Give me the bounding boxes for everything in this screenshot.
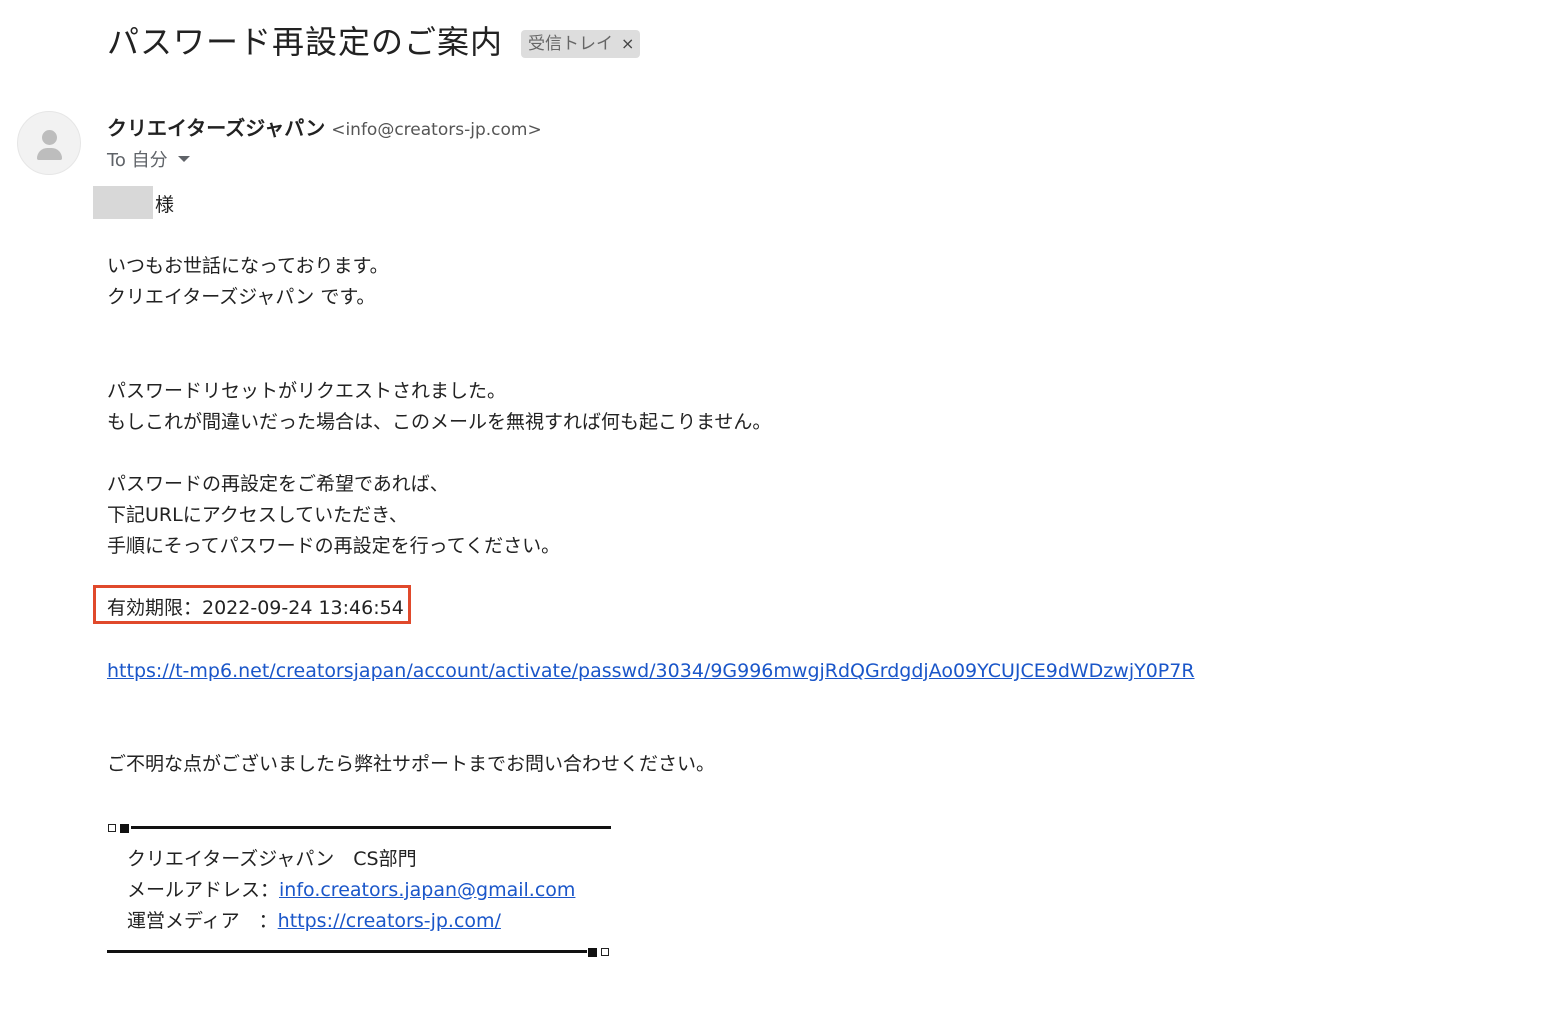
subject-row: パスワード再設定のご案内 受信トレイ ×	[107, 18, 641, 66]
inbox-label-chip[interactable]: 受信トレイ ×	[521, 30, 641, 58]
signature-media-label: 運営メディア ：	[127, 910, 278, 932]
redacted-name	[93, 186, 153, 219]
sender-row: クリエイターズジャパン <info@creators-jp.com>	[107, 112, 542, 141]
person-icon-body	[37, 148, 62, 160]
recipient-text: To 自分	[107, 150, 168, 171]
signature-bottom-rule	[107, 950, 587, 953]
signature-email-row: メールアドレス：info.creators.japan@gmail.com	[127, 876, 575, 904]
reset-url-line: https://t-mp6.net/creatorsjapan/account/…	[107, 657, 1195, 685]
email-subject: パスワード再設定のご案内	[107, 23, 504, 61]
label-chip-text: 受信トレイ	[528, 34, 614, 54]
sender-avatar[interactable]	[17, 111, 81, 175]
greeting-line-2: クリエイターズジャパン です。	[107, 286, 376, 308]
reset-notice-line-2: もしこれが間違いだった場合は、このメールを無視すれば何も起こりません。	[107, 411, 772, 433]
signature-filled-square	[120, 824, 129, 833]
instruction-line-3: 手順にそってパスワードの再設定を行ってください。	[107, 535, 561, 557]
sender-name[interactable]: クリエイターズジャパン	[107, 112, 325, 141]
email-view: パスワード再設定のご案内 受信トレイ × クリエイターズジャパン <info@c…	[0, 0, 1554, 1022]
reset-notice-line-1: パスワードリセットがリクエストされました。	[107, 380, 507, 402]
greeting-line-1: いつもお世話になっております。	[107, 255, 389, 277]
person-icon	[42, 130, 57, 145]
signature-email-label: メールアドレス：	[127, 879, 280, 901]
support-line: ご不明な点がございましたら弊社サポートまでお問い合わせください。	[107, 753, 716, 775]
signature-open-square	[108, 824, 116, 832]
recipient-row: To 自分	[107, 146, 190, 172]
show-details-dropdown-icon[interactable]	[177, 156, 190, 162]
remove-label-icon[interactable]: ×	[621, 34, 634, 54]
signature-media-row: 運営メディア ：https://creators-jp.com/	[127, 907, 501, 935]
signature-filled-square-end	[588, 948, 597, 957]
signature-company: クリエイターズジャパン CS部門	[127, 848, 417, 870]
signature-email-link[interactable]: info.creators.japan@gmail.com	[279, 879, 575, 901]
signature-top-rule	[131, 826, 611, 829]
salutation-suffix: 様	[155, 194, 175, 216]
instruction-line-2: 下記URLにアクセスしていただき、	[107, 504, 408, 526]
sender-email: <info@creators-jp.com>	[331, 120, 542, 140]
signature-open-square-end	[601, 948, 609, 956]
instruction-line-1: パスワードの再設定をご希望であれば、	[107, 473, 449, 495]
signature-media-link[interactable]: https://creators-jp.com/	[278, 910, 501, 932]
expiry-datetime: 有効期限：2022-09-24 13:46:54	[107, 597, 404, 619]
reset-password-link[interactable]: https://t-mp6.net/creatorsjapan/account/…	[107, 660, 1195, 682]
